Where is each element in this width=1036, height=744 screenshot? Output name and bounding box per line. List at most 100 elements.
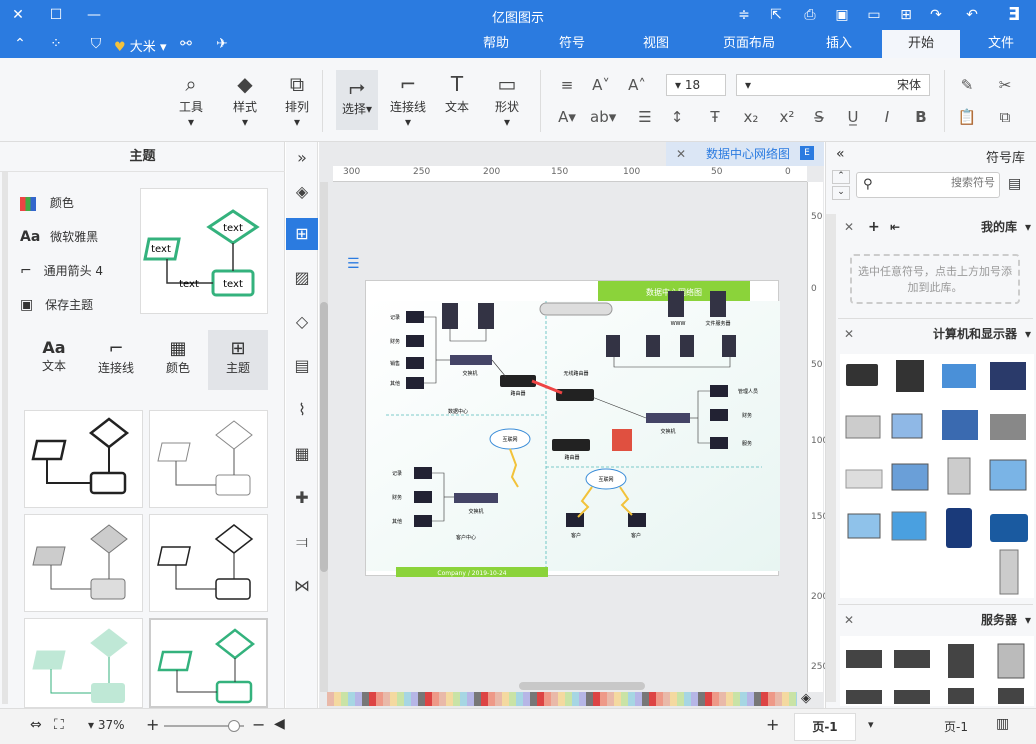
theme-icon[interactable]: ⊞ — [286, 218, 318, 250]
imac-symbol[interactable] — [989, 459, 1027, 491]
shape-button[interactable]: ▭ 形状▾ — [492, 70, 522, 129]
bold-icon[interactable]: B — [910, 108, 932, 126]
close-section-icon[interactable]: ✕ — [844, 319, 854, 349]
strikethrough-icon[interactable]: S̶ — [808, 108, 830, 126]
theme-tab-text[interactable]: Aa 文本 — [24, 330, 84, 390]
servers-section-header[interactable]: ✕ 服务器 ▾ — [838, 604, 1033, 634]
page-menu-icon[interactable]: ▾ — [868, 718, 874, 731]
mac-mini-symbol[interactable] — [845, 469, 883, 489]
canvas-area[interactable]: 300 250 200 150 100 50 0 50 0 50 100 150… — [319, 142, 828, 708]
italic-icon[interactable]: I — [876, 108, 898, 126]
text-button[interactable]: T 文本 — [442, 70, 472, 115]
desktop-symbol[interactable] — [942, 364, 976, 388]
tab-home[interactable]: 开始 — [882, 30, 960, 58]
format-icon[interactable]: ⫤ — [286, 526, 318, 558]
fill-bucket-icon[interactable]: ◈ — [801, 691, 811, 706]
save-icon[interactable]: ▣ — [832, 5, 852, 25]
add-page-button[interactable]: + — [766, 715, 779, 734]
vertical-scrollbar[interactable] — [320, 182, 328, 692]
zoom-in-icon[interactable]: + — [146, 715, 159, 734]
layers-icon[interactable]: ◇ — [286, 306, 318, 338]
fullscreen-icon[interactable]: ⛶ — [54, 717, 64, 733]
puzzle-icon[interactable]: ✚ — [286, 482, 318, 514]
import-icon[interactable]: ⇤ — [890, 212, 900, 242]
paste-icon[interactable]: 📋 — [956, 108, 978, 126]
monitor-symbol[interactable] — [891, 511, 927, 541]
theme-preview[interactable]: text text text text — [140, 188, 268, 314]
theme-card[interactable] — [149, 410, 268, 508]
feedback-icon[interactable]: ✈ — [212, 34, 232, 54]
superscript-icon[interactable]: x² — [776, 108, 798, 126]
my-library-header[interactable]: ✕ + ⇤ 我的库 ▾ — [838, 212, 1033, 242]
close-section-icon[interactable]: ✕ — [844, 605, 854, 635]
image-icon[interactable]: ▨ — [286, 262, 318, 294]
chevron-down-icon[interactable]: ▾ — [1025, 319, 1031, 349]
theme-tab-connector[interactable]: ⌐ 连接线 — [86, 330, 146, 390]
tool-button[interactable]: ⌕ 工具▾ — [176, 70, 206, 129]
server-symbol[interactable] — [998, 688, 1024, 704]
tab-symbols[interactable]: 符号 — [550, 30, 594, 58]
theme-option-arrow[interactable]: ⌐ 通用箭头 4 — [20, 262, 130, 279]
zoom-select[interactable]: ▾ 37% — [88, 718, 125, 732]
collapse-ribbon-icon[interactable]: ⌃ — [10, 34, 30, 54]
underline-icon[interactable]: U̲ — [842, 108, 864, 126]
document-tab[interactable]: ✕ 数据中心网络图 E — [666, 142, 824, 166]
rack-server-symbol[interactable] — [846, 650, 882, 668]
monitor-symbol[interactable] — [990, 362, 1026, 390]
chevron-down-icon[interactable]: ▾ — [1025, 212, 1031, 242]
color-palette[interactable] — [327, 692, 797, 706]
new-icon[interactable]: ⊞ — [896, 5, 916, 25]
zoom-slider[interactable] — [164, 720, 244, 732]
align-icon[interactable]: ≡ — [556, 76, 578, 94]
tab-page-layout[interactable]: 页面布局 — [714, 30, 784, 58]
select-button[interactable]: ⮣ 选择▾ — [336, 70, 378, 130]
theme-card[interactable] — [24, 618, 143, 708]
export-icon[interactable]: ⇱ — [766, 5, 786, 25]
symbol-search-box[interactable]: ⚲ — [856, 172, 1000, 198]
shirt-icon[interactable]: ⛉ — [86, 34, 106, 54]
monitor-symbol[interactable] — [891, 413, 923, 439]
close-section-icon[interactable]: ✕ — [844, 212, 854, 242]
format-painter-icon[interactable]: ✎ — [956, 76, 978, 94]
server-symbol[interactable] — [997, 643, 1025, 679]
mac-pro-symbol[interactable] — [947, 457, 971, 495]
close-tab-icon[interactable]: ✕ — [676, 142, 686, 166]
list-icon[interactable]: ☰ — [634, 108, 656, 126]
text-format-icon[interactable]: Ŧ — [704, 108, 726, 126]
rack-server-symbol[interactable] — [894, 690, 930, 704]
diagram-page[interactable]: 数据中心网络图 Company / 2019-10-24 WWW 文件服务器 记… — [365, 280, 780, 577]
print-icon[interactable]: ⎙ — [800, 5, 820, 25]
arrange-button[interactable]: ⧉ 排列▾ — [282, 70, 312, 129]
collapse-panel-icon[interactable]: « — [836, 146, 845, 162]
monitor-symbol[interactable] — [847, 513, 881, 539]
theme-tab-color[interactable]: ▦ 颜色 — [148, 330, 208, 390]
theme-card[interactable] — [24, 410, 143, 508]
font-grow-icon[interactable]: A˄ — [626, 76, 648, 94]
tab-view[interactable]: 视图 — [634, 30, 678, 58]
laptop-symbol[interactable] — [845, 415, 881, 439]
kiosk-symbol[interactable] — [999, 549, 1019, 595]
font-color-icon[interactable]: A▾ — [556, 108, 578, 126]
chevron-down-icon[interactable]: ▾ — [1025, 605, 1031, 635]
theme-option-save[interactable]: ▣ 保存主题 — [20, 296, 130, 313]
theme-card[interactable] — [149, 514, 268, 612]
monitor-symbol[interactable] — [942, 410, 978, 440]
table-icon[interactable]: ▦ — [286, 438, 318, 470]
rack-server-symbol[interactable] — [894, 650, 930, 668]
theme-card[interactable] — [149, 618, 268, 708]
play-icon[interactable]: ◀ — [274, 716, 285, 732]
server-symbol[interactable] — [948, 644, 974, 678]
add-icon[interactable]: + — [868, 212, 880, 242]
font-size-select[interactable]: ▾ 18 — [666, 74, 726, 96]
share-icon[interactable]: ⚯ — [176, 34, 196, 54]
page-menu-icon[interactable]: ☰ — [347, 256, 360, 272]
theme-tab-theme[interactable]: ⊞ 主题 — [208, 330, 268, 390]
fill-icon[interactable]: ◈ — [286, 176, 318, 208]
cut-icon[interactable]: ✂ — [994, 76, 1016, 94]
zoom-slider-handle[interactable] — [228, 720, 240, 732]
tablet-symbol[interactable] — [946, 508, 972, 548]
subscript-icon[interactable]: x₂ — [740, 108, 762, 126]
library-icon[interactable]: ▤ — [1008, 176, 1021, 192]
tab-insert[interactable]: 插入 — [812, 30, 866, 58]
font-shrink-icon[interactable]: A˅ — [590, 76, 612, 94]
